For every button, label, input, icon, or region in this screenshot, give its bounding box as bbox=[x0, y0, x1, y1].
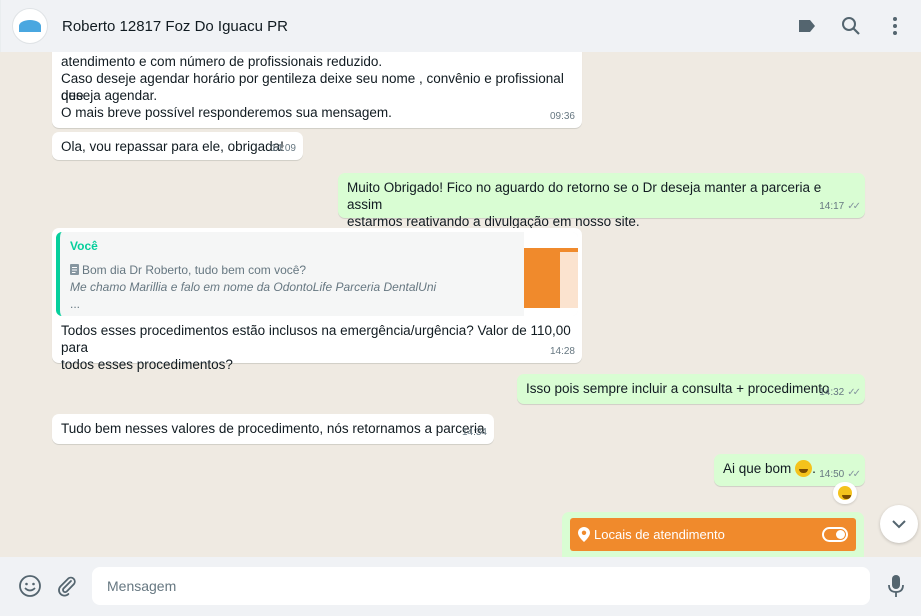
message-time: 14:28 bbox=[549, 346, 575, 357]
locations-toggle[interactable] bbox=[822, 527, 848, 542]
chat-header: Roberto 12817 Foz Do Iguacu PR bbox=[0, 0, 921, 52]
quote-line-2: Me chamo Marillia e falo em nome da Odon… bbox=[70, 280, 437, 294]
contact-logo-icon bbox=[19, 20, 41, 32]
thumbnail-light-block bbox=[560, 252, 578, 308]
label-icon[interactable] bbox=[795, 14, 819, 38]
message-incoming[interactable]: atendimento e com número de profissionai… bbox=[52, 52, 582, 128]
message-time: 14:09 bbox=[270, 143, 296, 154]
message-meta: 14:28 bbox=[550, 343, 575, 360]
grinning-face-emoji-icon bbox=[795, 460, 813, 477]
document-icon bbox=[70, 264, 79, 275]
locations-card[interactable]: Locais de atendimento bbox=[562, 512, 864, 557]
message-meta: 14:50 ✓✓ bbox=[819, 466, 861, 483]
location-icon bbox=[578, 527, 590, 542]
quoted-message[interactable]: Você Bom dia Dr Roberto, tudo bem com vo… bbox=[56, 232, 578, 316]
message-text-line: todos esses procedimentos? bbox=[61, 357, 233, 372]
message-time: 09:36 bbox=[549, 111, 575, 122]
quote-author: Você bbox=[70, 239, 98, 253]
message-incoming-reply[interactable]: Você Bom dia Dr Roberto, tudo bem com vo… bbox=[52, 228, 582, 372]
attach-icon[interactable] bbox=[54, 573, 80, 599]
quote-thumbnail bbox=[524, 232, 578, 316]
menu-icon[interactable] bbox=[883, 14, 907, 38]
search-icon[interactable] bbox=[839, 14, 863, 38]
message-text: Isso pois sempre incluir a consulta + pr… bbox=[526, 381, 830, 396]
message-text: Ai que bom bbox=[723, 461, 792, 476]
message-text-line: Muito Obrigado! Fico no aguardo do retor… bbox=[347, 180, 822, 212]
emoji-icon[interactable] bbox=[17, 573, 43, 599]
message-text-line: Todos esses procedimentos estão inclusos… bbox=[61, 323, 571, 355]
message-meta: 14:09 bbox=[271, 140, 296, 157]
message-time: 14:34 bbox=[461, 427, 487, 438]
message-incoming[interactable]: Ola, vou repassar para ele, obrigada! 14… bbox=[52, 132, 303, 160]
message-list[interactable]: atendimento e com número de profissionai… bbox=[0, 52, 921, 557]
message-meta: 14:34 bbox=[462, 424, 487, 441]
quote-text-line: Bom dia Dr Roberto, tudo bem com você? bbox=[70, 262, 306, 279]
scroll-to-bottom-button[interactable] bbox=[880, 505, 918, 543]
locations-card-label: Locais de atendimento bbox=[594, 527, 725, 542]
header-actions bbox=[775, 14, 907, 38]
composer-bar bbox=[0, 557, 921, 616]
message-meta: 14:17 ✓✓ bbox=[819, 198, 861, 215]
smiling-face-emoji-icon bbox=[838, 486, 852, 500]
message-text-line: atendimento e com número de profissionai… bbox=[61, 54, 383, 69]
message-input[interactable] bbox=[92, 567, 870, 605]
locations-card-header[interactable]: Locais de atendimento bbox=[570, 518, 856, 551]
message-text: Ola, vou repassar para ele, obrigada! bbox=[61, 139, 284, 154]
message-text: Tudo bem nesses valores de procedimento,… bbox=[61, 421, 485, 436]
message-meta: 09:36 bbox=[550, 108, 575, 125]
mic-icon[interactable] bbox=[883, 573, 909, 599]
message-time: 14:32 bbox=[819, 387, 845, 398]
double-check-icon: ✓✓ bbox=[847, 387, 861, 398]
chat-title[interactable]: Roberto 12817 Foz Do Iguacu PR bbox=[62, 18, 775, 35]
message-text-line: O mais breve possível responderemos sua … bbox=[61, 105, 392, 120]
double-check-icon: ✓✓ bbox=[847, 201, 861, 212]
message-outgoing[interactable]: Muito Obrigado! Fico no aguardo do retor… bbox=[338, 173, 865, 229]
message-outgoing[interactable]: Isso pois sempre incluir a consulta + pr… bbox=[517, 374, 865, 404]
chevron-down-icon bbox=[892, 520, 906, 529]
double-check-icon: ✓✓ bbox=[847, 469, 861, 480]
message-time: 14:17 bbox=[819, 201, 845, 212]
message-incoming[interactable]: Tudo bem nesses valores de procedimento,… bbox=[52, 414, 494, 444]
message-text-line: deseja agendar. bbox=[61, 88, 158, 103]
message-text-suffix: . bbox=[812, 461, 816, 476]
quote-line-1: Bom dia Dr Roberto, tudo bem com você? bbox=[82, 263, 307, 277]
reaction-badge[interactable] bbox=[833, 482, 857, 504]
message-time: 14:50 bbox=[819, 469, 845, 480]
contact-avatar[interactable] bbox=[12, 8, 48, 44]
message-meta: 14:32 ✓✓ bbox=[819, 384, 861, 401]
quote-line-3: ... bbox=[70, 297, 81, 311]
